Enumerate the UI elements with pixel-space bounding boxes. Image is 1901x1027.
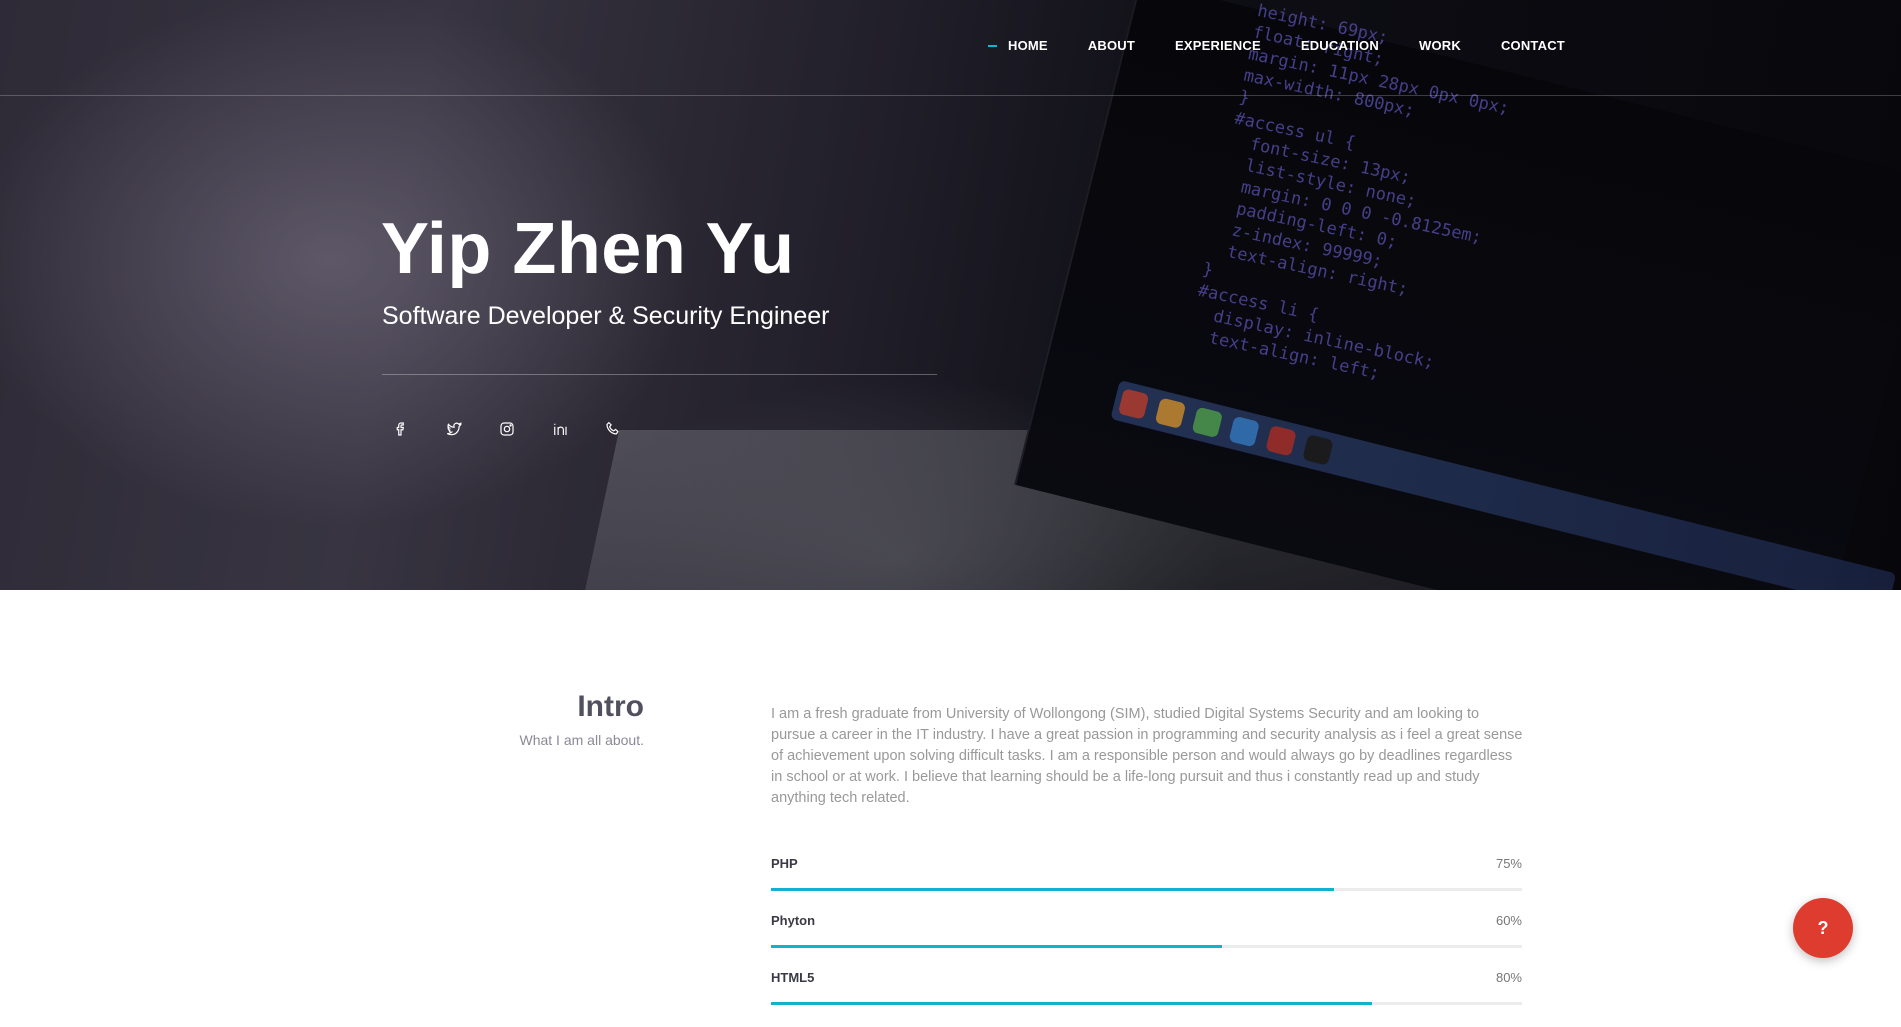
- linkedin-icon[interactable]: [549, 418, 571, 440]
- skill-name: PHP: [771, 856, 798, 871]
- hero-name: Yip Zhen Yu: [381, 209, 795, 289]
- instagram-icon[interactable]: [496, 418, 518, 440]
- intro-header: Intro What I am all about.: [519, 690, 644, 748]
- hero-section: height: 69px; float: right; margin: 11px 2…: [0, 0, 1901, 590]
- nav-experience[interactable]: EXPERIENCE: [1175, 38, 1261, 53]
- skill-name: HTML5: [771, 970, 815, 985]
- skills-list: PHP 75% Phyton 60% HTML5 80%: [771, 856, 1522, 1027]
- nav-education[interactable]: EDUCATION: [1301, 38, 1379, 53]
- social-links: [390, 418, 655, 440]
- main-nav: HOME ABOUT EXPERIENCE EDUCATION WORK CON…: [988, 38, 1605, 53]
- intro-text: I am a fresh graduate from University of…: [771, 705, 1523, 806]
- nav-divider: [0, 95, 1901, 96]
- skill-track: [771, 1002, 1522, 1005]
- skill-bar-fill: [771, 945, 1222, 948]
- skill-track: [771, 945, 1522, 948]
- nav-work[interactable]: WORK: [1419, 38, 1461, 53]
- hero-overlay: [0, 0, 1901, 590]
- intro-subtitle: What I am all about.: [519, 732, 644, 748]
- nav-home[interactable]: HOME: [988, 38, 1048, 53]
- hero-divider: [382, 374, 937, 375]
- twitter-icon[interactable]: [443, 418, 465, 440]
- phone-icon[interactable]: [602, 418, 624, 440]
- skill-html5: HTML5 80%: [771, 970, 1522, 1027]
- intro-title: Intro: [577, 690, 644, 723]
- skill-percent: 60%: [1495, 913, 1522, 928]
- help-button[interactable]: ?: [1793, 898, 1853, 958]
- nav-contact[interactable]: CONTACT: [1501, 38, 1565, 53]
- skill-name: Phyton: [771, 913, 816, 928]
- hero-subtitle: Software Developer & Security Engineer: [382, 302, 830, 330]
- skill-php: PHP 75%: [771, 856, 1522, 913]
- facebook-icon[interactable]: [390, 418, 412, 440]
- skill-percent: 75%: [1495, 856, 1522, 871]
- skill-phyton: Phyton 60%: [771, 913, 1522, 970]
- skill-track: [771, 888, 1522, 891]
- skill-bar-fill: [771, 888, 1335, 891]
- skill-bar-fill: [771, 1002, 1372, 1005]
- nav-about[interactable]: ABOUT: [1088, 38, 1135, 53]
- skill-percent: 80%: [1495, 970, 1522, 985]
